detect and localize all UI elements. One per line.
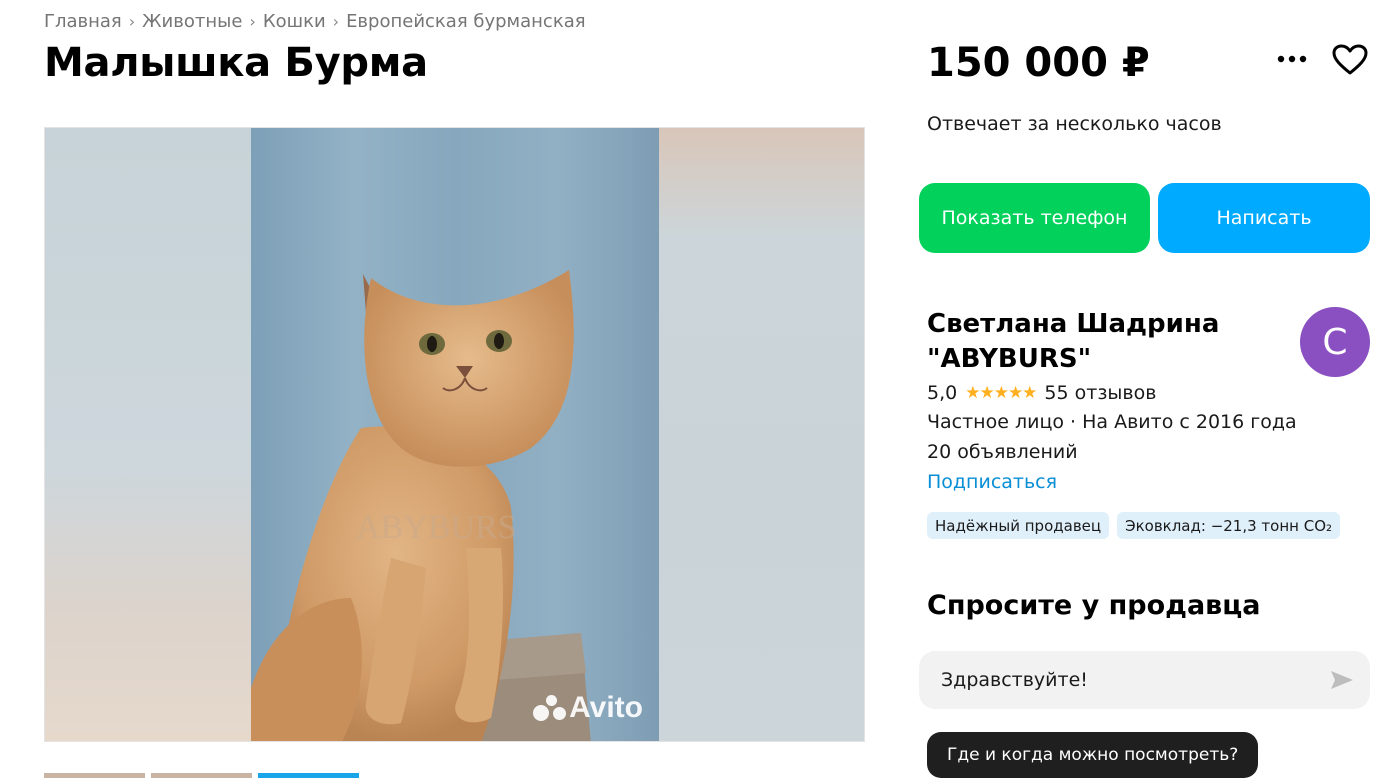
avito-logo-icon — [533, 693, 567, 723]
svg-text:ABYBURS: ABYBURS — [356, 509, 517, 546]
rating-stars-icon: ★★★★★ — [965, 383, 1037, 403]
gallery-blur-left — [45, 128, 251, 741]
breadcrumb-item-cats[interactable]: Кошки — [263, 11, 326, 32]
write-message-button[interactable]: Написать — [1158, 183, 1370, 253]
avito-watermark-text: Avito — [569, 691, 643, 724]
heart-icon[interactable] — [1330, 40, 1370, 80]
seller-ads-count[interactable]: 20 объявлений — [927, 441, 1078, 463]
reviews-link[interactable]: 55 отзывов — [1044, 382, 1156, 404]
kitten-photo-illustration: ABYBURS — [251, 128, 659, 741]
main-photo[interactable]: ABYBURS Avito — [251, 128, 659, 741]
avito-watermark: Avito — [533, 691, 643, 725]
quick-question-button[interactable]: Где и когда можно посмотреть? — [927, 732, 1259, 778]
seller-name[interactable]: Светлана Шадрина "ABYBURS" — [927, 307, 1247, 377]
breadcrumb-item-breed[interactable]: Европейская бурманская — [346, 11, 586, 32]
breadcrumb-item-home[interactable]: Главная — [44, 11, 122, 32]
send-icon[interactable] — [1326, 665, 1358, 695]
breadcrumb-separator: › — [128, 11, 136, 31]
photo-gallery[interactable]: ABYBURS Avito — [44, 127, 865, 742]
breadcrumb: Главная › Животные › Кошки › Европейская… — [44, 9, 586, 33]
seller-badges: Надёжный продавец Эковклад: −21,3 тонн C… — [927, 512, 1341, 539]
subscribe-link[interactable]: Подписаться — [927, 471, 1057, 493]
ask-seller-title: Спросите у продавца — [927, 590, 1261, 621]
breadcrumb-separator: › — [249, 11, 256, 31]
gallery-blur-right — [658, 128, 864, 741]
seller-info: Частное лицо · На Авито с 2016 года — [927, 411, 1297, 433]
more-dots-icon[interactable] — [1272, 43, 1312, 75]
price: 150 000 ₽ — [927, 40, 1150, 86]
badge-eco-contribution[interactable]: Эковклад: −21,3 тонн CO₂ — [1117, 512, 1341, 539]
listing-title: Малышка Бурма — [44, 40, 428, 86]
message-input[interactable] — [941, 669, 1310, 691]
seller-rating: 5,0 ★★★★★ 55 отзывов — [927, 382, 1156, 404]
rating-value: 5,0 — [927, 382, 958, 404]
message-box — [919, 651, 1370, 709]
thumbnail-active[interactable] — [258, 773, 359, 778]
seller-avatar[interactable]: С — [1300, 307, 1370, 377]
breadcrumb-separator: › — [332, 11, 340, 31]
show-phone-button[interactable]: Показать телефон — [919, 183, 1150, 253]
badge-reliable-seller[interactable]: Надёжный продавец — [927, 512, 1110, 539]
breadcrumb-item-animals[interactable]: Животные — [142, 11, 242, 32]
response-time: Отвечает за несколько часов — [927, 113, 1222, 135]
thumbnail-strip — [44, 773, 359, 778]
thumbnail[interactable] — [151, 773, 252, 778]
thumbnail[interactable] — [44, 773, 145, 778]
